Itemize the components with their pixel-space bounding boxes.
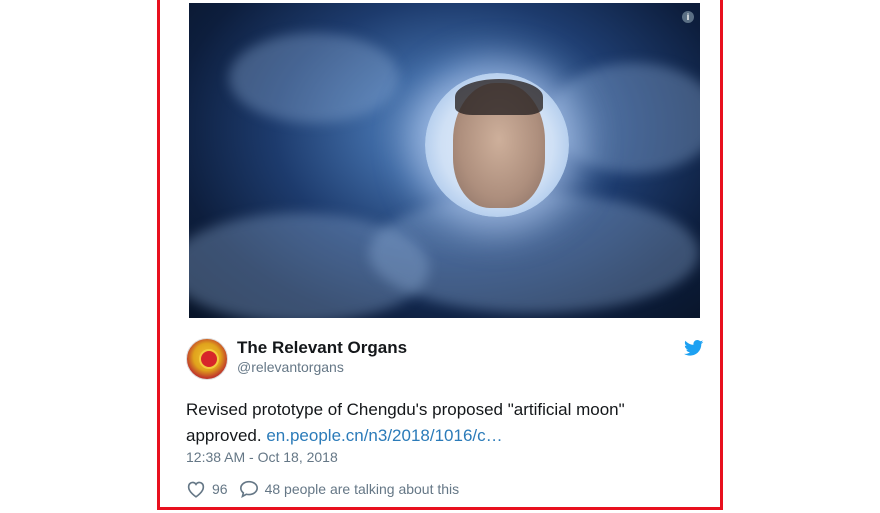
cloud bbox=[229, 33, 399, 123]
like-count: 96 bbox=[212, 481, 228, 497]
like-button[interactable]: 96 bbox=[186, 480, 228, 498]
cloud bbox=[549, 63, 700, 173]
cloud bbox=[369, 193, 699, 313]
user-handle[interactable]: @relevantorgans bbox=[237, 359, 344, 375]
avatar[interactable] bbox=[186, 338, 228, 380]
tweet-embed-frame: i The Relevant Organs @relevantorgans Re… bbox=[157, 0, 723, 510]
tweet-image[interactable]: i bbox=[189, 3, 700, 318]
comment-bubble-icon bbox=[239, 480, 258, 498]
tweet-timestamp[interactable]: 12:38 AM - Oct 18, 2018 bbox=[186, 449, 338, 465]
tweet-actions: 96 48 people are talking about this bbox=[186, 480, 459, 498]
hair bbox=[455, 79, 543, 115]
reply-talking-button[interactable]: 48 people are talking about this bbox=[238, 480, 460, 498]
info-icon[interactable]: i bbox=[682, 11, 694, 23]
display-name[interactable]: The Relevant Organs bbox=[237, 338, 407, 358]
talking-text: 48 people are talking about this bbox=[264, 481, 460, 497]
heart-icon bbox=[187, 481, 205, 498]
twitter-bird-icon[interactable] bbox=[684, 340, 704, 356]
tweet-link[interactable]: en.people.cn/n3/2018/1016/c… bbox=[266, 426, 502, 445]
tweet-body: The Relevant Organs @relevantorgans Revi… bbox=[160, 318, 720, 507]
tweet-text: Revised prototype of Chengdu's proposed … bbox=[186, 397, 686, 449]
moon-portrait bbox=[425, 73, 569, 217]
